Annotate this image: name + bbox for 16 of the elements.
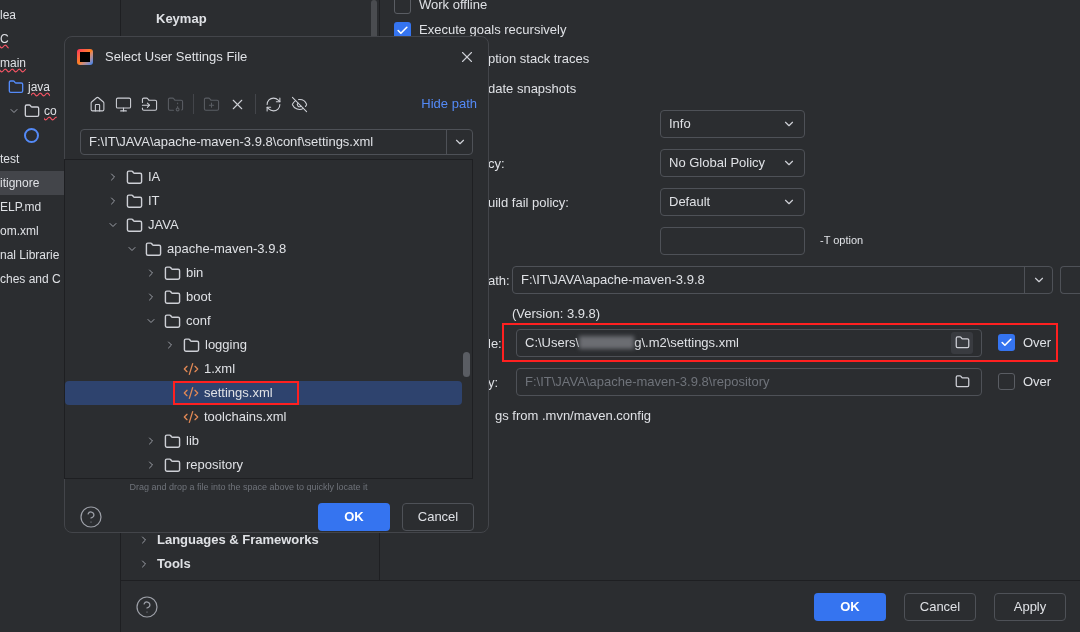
option-label: gs from .mvn/maven.config: [495, 407, 652, 426]
dialog-title: Select User Settings File: [105, 48, 249, 67]
field-label: cy:: [488, 155, 505, 171]
field-label: le:: [488, 335, 502, 351]
field-label: ath:: [488, 272, 510, 288]
highlight-frame: settings.xml: [173, 381, 299, 405]
option-label: -T option: [820, 233, 864, 249]
hint-text: Drag and drop a file into the space above to quickly locate it: [128, 481, 369, 494]
override-label: Over: [1023, 333, 1052, 352]
checkbox-label: Work offline: [419, 0, 488, 15]
version-label: (Version: 3.9.8): [512, 304, 601, 323]
override-label: Over: [1023, 372, 1052, 391]
option-label: ption stack traces: [488, 50, 590, 69]
field-label: uild fail policy:: [488, 194, 569, 210]
checkbox-label: Execute goals recursively: [419, 21, 567, 40]
option-label: date snapshots: [488, 80, 577, 99]
